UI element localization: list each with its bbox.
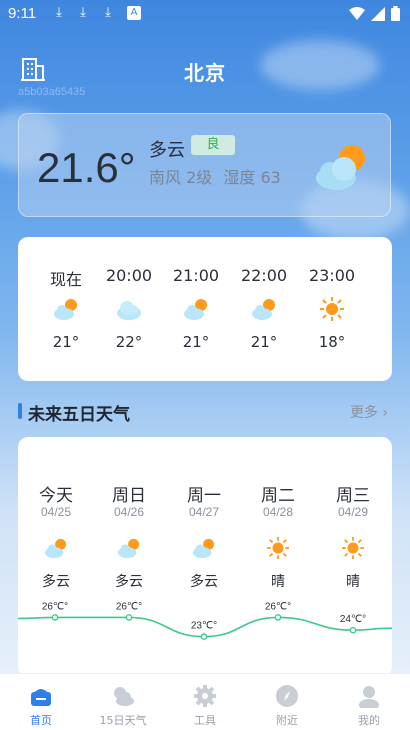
sunny-icon <box>320 297 344 321</box>
humidity-label: 湿度 <box>223 168 256 187</box>
day-name: 周二 <box>261 486 295 506</box>
cloud-sun-icon <box>114 687 134 706</box>
trend-point <box>274 614 282 621</box>
hour-time: 21:00 <box>172 266 220 285</box>
partly-cloudy-icon <box>316 145 365 190</box>
day-condition: 多云 <box>42 574 70 590</box>
faint-id-text: a5b03a65435 <box>18 86 86 98</box>
hour-time: 现在 <box>49 270 82 289</box>
compass-icon <box>276 685 298 707</box>
nav-label: 工具 <box>194 714 216 727</box>
gear-icon <box>194 685 216 707</box>
nav-nearby[interactable]: 附近 <box>246 674 328 730</box>
current-weather-card[interactable]: 21.6° 多云 良 南风 2级 湿度 63 <box>18 113 391 217</box>
trend-point-label: 24℃° <box>340 614 366 625</box>
nav-label: 附近 <box>276 714 298 727</box>
status-bar: 9:11 ⤓ ⤓ ⤓ A <box>0 0 410 28</box>
day-condition: 多云 <box>115 574 143 590</box>
download-icon: ⤓ <box>105 5 111 20</box>
more-link[interactable]: 更多 › <box>350 402 388 422</box>
daily-forecast-card: 今天 04/25 多云 周日 04/26 多云 周一 04/27 多云 周二 0… <box>18 437 392 677</box>
cloudy-icon <box>117 301 141 320</box>
trend-point-label: 26℃° <box>42 601 68 612</box>
partly-cloudy-icon <box>193 538 215 559</box>
nav-profile[interactable]: 我的 <box>328 674 410 730</box>
humidity-value: 63 <box>260 168 281 187</box>
trend-point-label: 23℃° <box>191 621 217 632</box>
hour-temp: 21° <box>182 333 210 351</box>
hour-temp: 22° <box>115 333 143 351</box>
sunny-icon <box>267 537 289 559</box>
section-accent-bar <box>18 403 22 419</box>
day-name: 周日 <box>112 486 146 506</box>
partly-cloudy-icon <box>54 299 77 320</box>
trend-point <box>125 614 133 621</box>
partly-cloudy-icon <box>184 299 207 320</box>
partly-cloudy-icon <box>252 299 275 320</box>
trend-point <box>200 633 208 640</box>
hour-temp: 18° <box>318 333 346 351</box>
aqi-badge: 良 <box>191 135 235 155</box>
bottom-nav: 首页 15日天气 工具 附近 我的 <box>0 673 410 730</box>
trend-point <box>51 614 59 621</box>
battery-icon <box>391 6 400 21</box>
day-date: 04/29 <box>337 505 369 519</box>
day-date: 04/28 <box>262 505 294 519</box>
day-condition: 多云 <box>190 574 218 590</box>
current-condition: 多云 <box>149 140 185 161</box>
day-date: 04/25 <box>40 505 72 519</box>
home-icon <box>31 689 51 706</box>
day-name: 周三 <box>336 486 370 506</box>
hour-time: 20:00 <box>105 266 153 285</box>
wifi-icon <box>349 6 365 20</box>
download-icon: ⤓ <box>56 5 62 20</box>
nav-tools[interactable]: 工具 <box>164 674 246 730</box>
download-icon: ⤓ <box>80 5 86 20</box>
hour-temp: 21° <box>250 333 278 351</box>
nav-15day[interactable]: 15日天气 <box>82 674 164 730</box>
partly-cloudy-icon <box>45 538 67 559</box>
day-name: 今天 <box>39 486 73 506</box>
hourly-forecast-card: 现在 21° 20:00 22° 21:00 21° 22:00 21° 23:… <box>18 237 392 381</box>
chevron-right-icon: › <box>382 405 388 421</box>
app-notification-icon: A <box>127 6 141 20</box>
nav-label: 我的 <box>358 714 380 727</box>
day-condition: 晴 <box>271 574 285 590</box>
more-label: 更多 <box>349 405 378 421</box>
nav-label: 15日天气 <box>99 714 147 727</box>
status-time: 9:11 <box>8 5 37 22</box>
day-condition: 晴 <box>346 574 360 590</box>
sunny-icon <box>342 537 364 559</box>
city-title[interactable]: 北京 <box>0 57 410 86</box>
wind-direction: 南风 <box>149 168 182 187</box>
nav-home[interactable]: 首页 <box>0 674 82 730</box>
signal-icon <box>371 6 385 21</box>
current-temperature: 21.6° <box>37 144 136 191</box>
day-date: 04/26 <box>113 505 145 519</box>
trend-point-label: 26℃° <box>265 601 291 612</box>
wind-level: 2级 <box>186 168 213 187</box>
nav-label: 首页 <box>30 714 52 727</box>
section-title: 未来五日天气 <box>28 405 130 425</box>
day-name: 周一 <box>187 486 221 506</box>
hour-time: 23:00 <box>308 266 356 285</box>
hour-temp: 21° <box>52 333 80 351</box>
user-icon <box>359 686 379 708</box>
trend-point-label: 26℃° <box>116 601 142 612</box>
hour-time: 22:00 <box>240 266 288 285</box>
partly-cloudy-icon <box>118 538 140 559</box>
temperature-trend-chart: 26℃° 26℃° 23℃° 26℃° 24℃° <box>18 601 392 640</box>
current-details: 南风 2级 湿度 63 <box>149 164 281 188</box>
trend-point <box>349 626 357 634</box>
day-date: 04/27 <box>188 505 220 519</box>
status-indicators <box>349 6 400 21</box>
